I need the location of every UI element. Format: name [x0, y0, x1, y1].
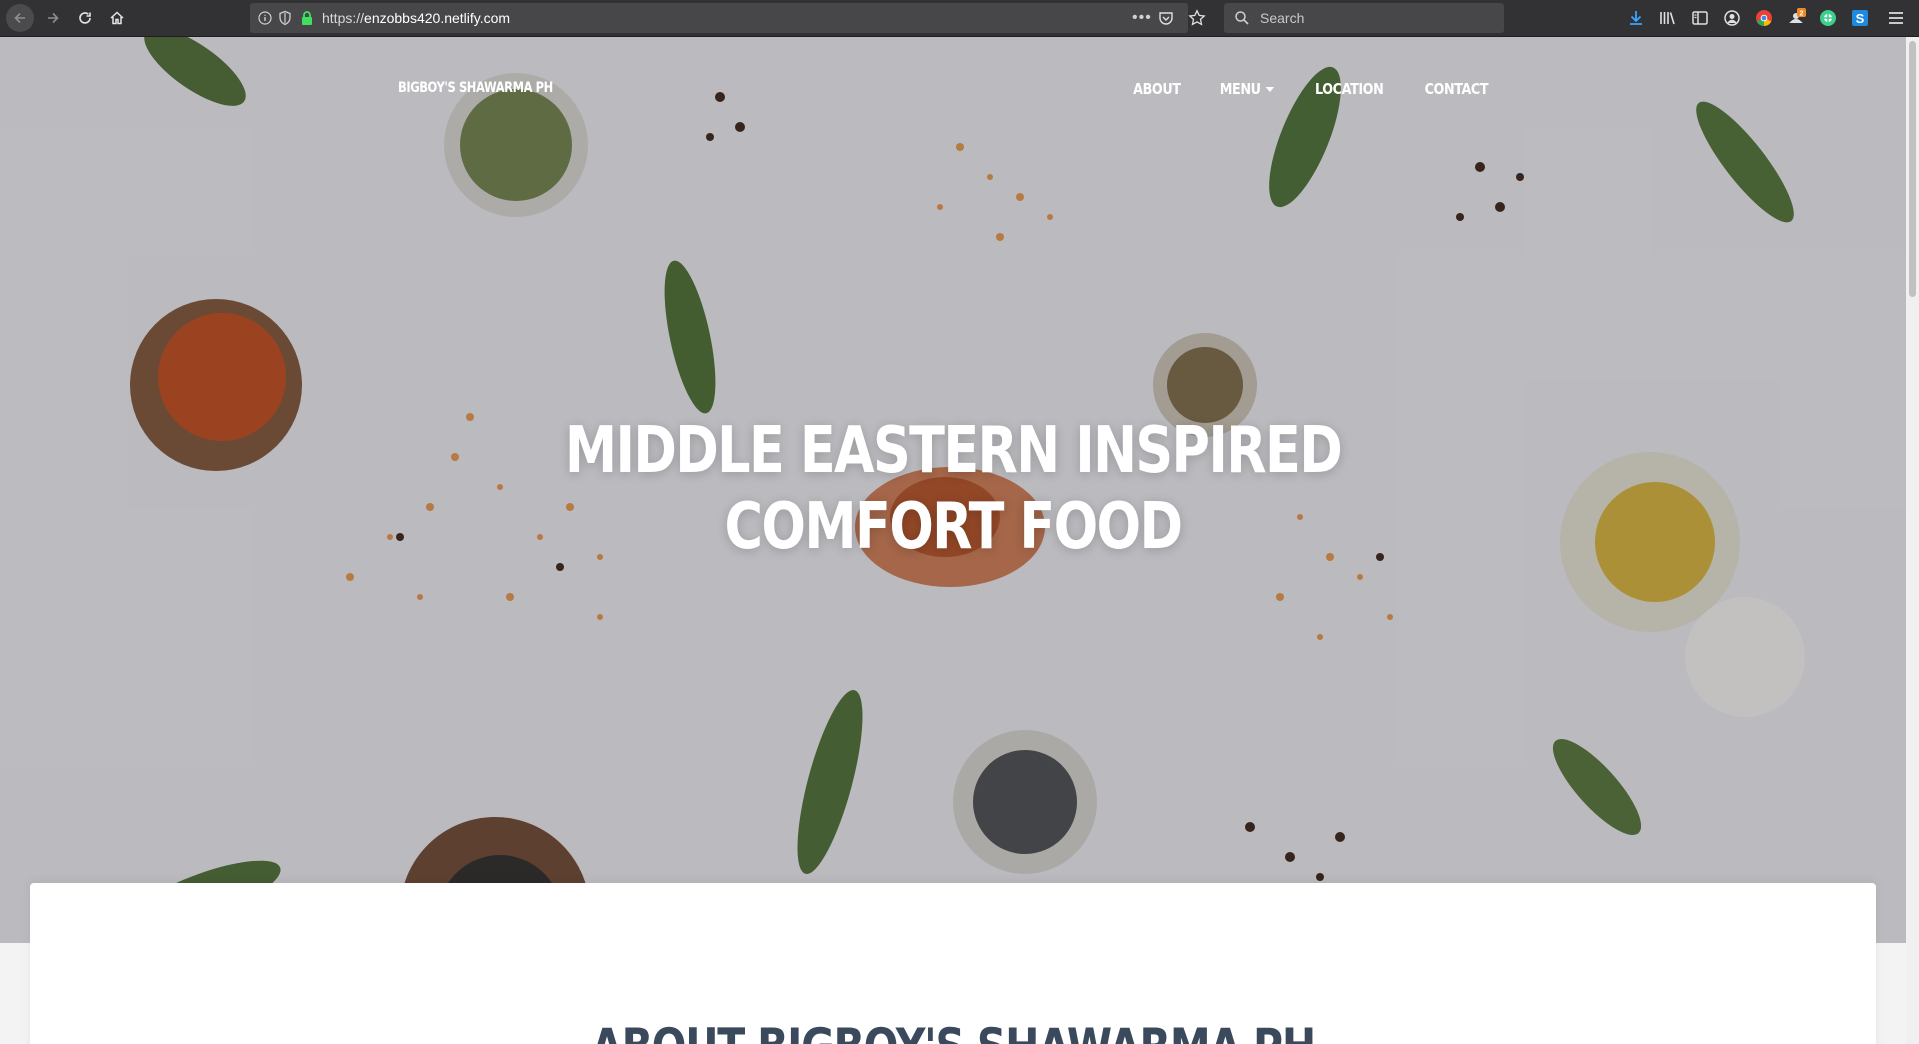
vpn-extension-icon[interactable] — [1818, 8, 1838, 28]
hero-section: BIGBOY'S SHAWARMA PH ABOUT MENU LOCATION… — [0, 37, 1906, 943]
search-input[interactable] — [1254, 3, 1494, 33]
hero-heading-line-1: MIDDLE EASTERN INSPIRED — [564, 414, 1343, 488]
library-icon[interactable] — [1658, 8, 1678, 28]
page-scrollbar[interactable] — [1906, 37, 1919, 1044]
url-bar[interactable]: https://enzobbs420.netlify.com ••• — [250, 3, 1206, 33]
s-extension-icon[interactable]: S — [1850, 8, 1870, 28]
nav-link-label: LOCATION — [1314, 80, 1384, 98]
reload-button[interactable] — [70, 3, 100, 33]
caret-down-icon — [1265, 86, 1275, 92]
nav-link-menu-dropdown[interactable]: MENU — [1219, 80, 1275, 98]
nav-links: ABOUT MENU LOCATION CONTACT — [1129, 80, 1494, 98]
search-icon — [1235, 11, 1249, 25]
about-section-card: ABOUT BIGBOY'S SHAWARMA PH — [30, 883, 1876, 1044]
url-scheme: https:// — [322, 10, 365, 26]
url-host: enzobbs420.netlify.com — [364, 10, 511, 26]
brand-link[interactable]: BIGBOY'S SHAWARMA PH — [398, 80, 553, 96]
hamburger-menu-icon[interactable] — [1886, 8, 1906, 28]
notification-badge: 2 — [1800, 10, 1804, 17]
sidebar-icon[interactable] — [1690, 8, 1710, 28]
pocket-icon[interactable] — [1158, 10, 1174, 26]
lock-icon[interactable] — [300, 10, 314, 26]
account-icon[interactable] — [1722, 8, 1742, 28]
notification-extension-icon[interactable]: 2 — [1786, 8, 1806, 28]
site-navbar: BIGBOY'S SHAWARMA PH ABOUT MENU LOCATION… — [0, 37, 1906, 137]
s-extension-letter: S — [1856, 11, 1865, 26]
nav-link-contact[interactable]: CONTACT — [1425, 80, 1489, 98]
back-button[interactable] — [5, 3, 35, 33]
chrome-extension-icon[interactable] — [1754, 8, 1774, 28]
url-text[interactable]: https://enzobbs420.netlify.com — [322, 10, 510, 26]
hero-heading: MIDDLE EASTERN INSPIRED COMFORT FOOD — [543, 413, 1363, 565]
home-icon — [110, 11, 124, 25]
back-icon — [6, 4, 34, 32]
nav-link-about[interactable]: ABOUT — [1133, 80, 1181, 98]
reload-icon — [79, 12, 91, 24]
home-button[interactable] — [102, 3, 132, 33]
hero-heading-line-2: COMFORT FOOD — [724, 490, 1184, 564]
page-actions-more-icon[interactable]: ••• — [1132, 9, 1152, 27]
nav-link-label: CONTACT — [1424, 80, 1489, 98]
forward-icon — [48, 12, 59, 24]
star-icon[interactable] — [1188, 9, 1206, 27]
search-bar[interactable] — [1224, 3, 1504, 33]
web-page: BIGBOY'S SHAWARMA PH ABOUT MENU LOCATION… — [0, 37, 1906, 1044]
forward-button[interactable] — [38, 3, 68, 33]
about-heading: ABOUT BIGBOY'S SHAWARMA PH — [196, 1018, 1710, 1044]
nav-link-location[interactable]: LOCATION — [1314, 80, 1384, 98]
info-icon[interactable] — [258, 11, 272, 25]
download-icon[interactable] — [1626, 8, 1646, 28]
shield-icon[interactable] — [278, 10, 292, 26]
scrollbar-thumb[interactable] — [1909, 41, 1916, 297]
browser-toolbar: https://enzobbs420.netlify.com ••• 2 S — [0, 0, 1919, 37]
nav-link-label: MENU — [1219, 80, 1261, 98]
nav-link-label: ABOUT — [1133, 80, 1181, 98]
